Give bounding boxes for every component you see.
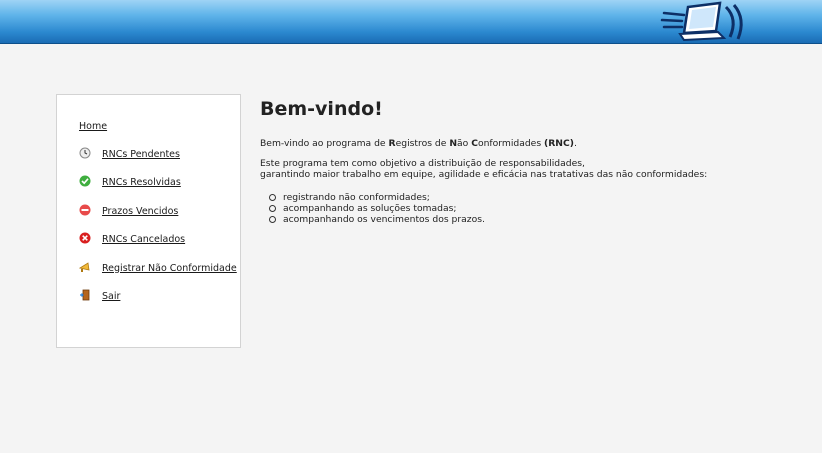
sidebar-item-registrar[interactable]: Registrar Não Conformidade xyxy=(79,261,237,275)
feature-list: registrando não conformidades; acompanha… xyxy=(269,192,485,225)
sidebar-menu: Home RNCs Pendentes RNCs Resolvidas Praz… xyxy=(56,94,241,348)
sidebar-item-label: Sair xyxy=(102,290,121,302)
list-item: acompanhando os vencimentos dos prazos. xyxy=(269,214,485,225)
sidebar-item-prazos-vencidos[interactable]: Prazos Vencidos xyxy=(79,204,178,218)
page-title: Bem-vindo! xyxy=(260,98,383,120)
description-text: Este programa tem como objetivo a distri… xyxy=(260,158,708,180)
no-entry-icon xyxy=(79,204,91,216)
sidebar-item-home[interactable]: Home xyxy=(79,119,107,133)
sidebar-item-label: RNCs Resolvidas xyxy=(102,176,181,188)
cancel-icon xyxy=(79,232,91,244)
intro-text: Bem-vindo ao programa de Registros de Nã… xyxy=(260,138,577,149)
sidebar-item-rncs-resolvidas[interactable]: RNCs Resolvidas xyxy=(79,175,181,189)
sidebar-item-sair[interactable]: Sair xyxy=(79,289,120,303)
sidebar-item-rncs-cancelados[interactable]: RNCs Cancelados xyxy=(79,232,185,246)
exit-door-icon xyxy=(80,289,90,301)
list-item: registrando não conformidades; xyxy=(269,192,485,203)
main-content: Bem-vindo! Bem-vindo ao programa de Regi… xyxy=(260,98,800,225)
list-item: acompanhando as soluções tomadas; xyxy=(269,203,485,214)
sidebar-item-label: RNCs Cancelados xyxy=(102,233,186,245)
check-icon xyxy=(79,175,91,187)
megaphone-icon xyxy=(79,262,90,272)
laptop-logo-icon xyxy=(660,1,743,42)
sidebar-item-label: RNCs Pendentes xyxy=(102,148,180,160)
sidebar-item-label: Prazos Vencidos xyxy=(102,205,179,217)
header-banner xyxy=(0,0,822,44)
sidebar-item-label: Home xyxy=(79,120,108,132)
sidebar-item-label: Registrar Não Conformidade xyxy=(102,262,237,274)
clock-icon xyxy=(79,147,91,159)
sidebar-item-rncs-pendentes[interactable]: RNCs Pendentes xyxy=(79,147,180,161)
